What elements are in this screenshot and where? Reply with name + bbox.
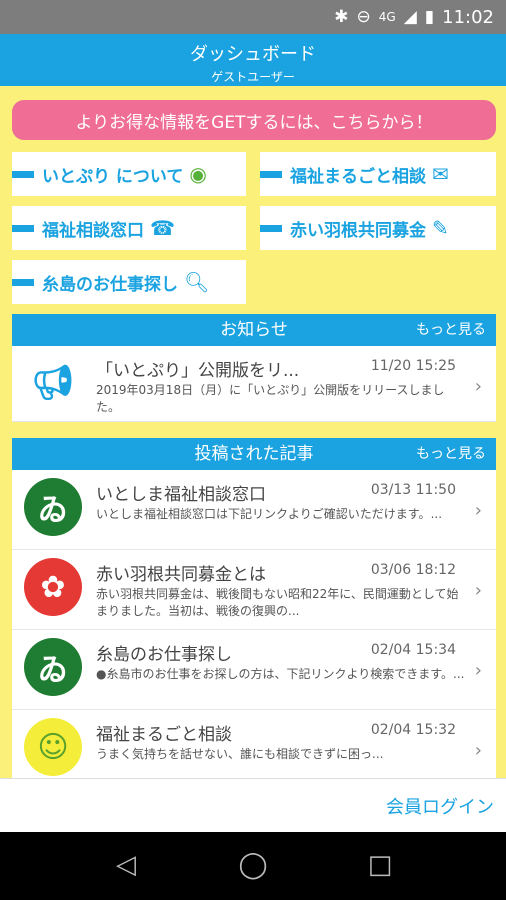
notice-time: 11/20 15:25 [370,358,456,374]
notices-header: お知らせ もっと見る [12,314,496,346]
article-item[interactable]: ゐ いとしま福祉相談窓口 03/13 11:50 いとしま福祉相談窓口は下記リン… [12,470,496,550]
tile-welfare-consult[interactable]: 福祉まるごと相談 ✉ [260,152,496,196]
megaphone-icon: 📢︎ [31,363,75,403]
chevron-right-icon: › [474,660,482,681]
article-title: 糸島のお仕事探し [96,645,232,665]
do-not-disturb-icon: ⊖ [356,7,371,27]
tile-bar [12,170,34,178]
search-icon: 🔍︎ [184,270,210,294]
tile-label: 福祉相談窓口 [42,220,144,241]
signal-icon: ◢ [403,7,417,27]
article-item[interactable]: ✿ 赤い羽根共同募金とは 03/06 18:12 赤い羽根共同募金は、戦後間もな… [12,550,496,630]
welfare-logo-icon: ゐ [24,638,82,696]
welfare-logo-icon: ゐ [24,478,82,536]
article-time: 02/04 15:32 [370,722,456,738]
tile-red-feather[interactable]: 赤い羽根共同募金 ✎ [260,206,496,250]
mail-icon: ✉ [432,162,449,186]
article-title: 赤い羽根共同募金とは [96,565,266,585]
tile-welfare-window[interactable]: 福祉相談窓口 ☎ [12,206,246,250]
mascot-icon: ☺ [24,718,82,776]
article-item[interactable]: ☺ 福祉まるごと相談 02/04 15:32 うまく気持ちを話せない、誰にも相談… [12,710,496,778]
article-body: うまく気持ちを話せない、誰にも相談できずに困っ... [96,747,384,761]
notice-title: 「いとぷり」公開版をリ... [96,361,300,381]
red-feather-logo-icon: ✿ [24,558,82,616]
status-time: 11:02 [442,6,494,28]
home-icon[interactable]: ◯ [233,850,273,880]
article-time: 03/13 11:50 [370,482,456,498]
page-title: ダッシュボード [190,44,316,65]
phone-icon: ☎ [150,216,175,240]
battery-icon: ▮ [424,7,435,27]
app-header: ダッシュボード ゲストユーザー [0,34,506,86]
status-icons: ✱ ⊖ 4G ◢ ▮ 11:02 [334,0,494,34]
tile-label: 糸島のお仕事探し [42,274,178,295]
tile-bar [12,224,34,232]
tile-job-search[interactable]: 糸島のお仕事探し 🔍︎ [12,260,246,304]
dashboard-content: よりお得な情報をGETするには、こちらから！ いとぷり について ◉ 福祉まるご… [0,86,506,778]
system-nav-bar: ◁ ◯ □ [0,832,506,900]
tile-bar [260,224,282,232]
article-time: 03/06 18:12 [370,562,456,578]
chevron-right-icon: › [474,740,482,761]
member-login-button[interactable]: 会員ログイン [386,793,494,819]
network-type: 4G [378,10,396,24]
tile-bar [260,170,282,178]
article-title: いとしま福祉相談窓口 [96,485,266,505]
tile-label: 赤い羽根共同募金 [290,220,426,241]
back-icon[interactable]: ◁ [106,850,146,880]
chevron-right-icon: › [474,500,482,521]
tile-label: 福祉まるごと相談 [290,166,426,187]
tile-about-itopuri[interactable]: いとぷり について ◉ [12,152,246,196]
article-time: 02/04 15:34 [370,642,456,658]
notice-item[interactable]: 📢︎ 「いとぷり」公開版をリ... 11/20 15:25 2019年03月18… [12,346,496,422]
promo-banner-button[interactable]: よりお得な情報をGETするには、こちらから！ [12,100,496,140]
article-body: 赤い羽根共同募金は、戦後間もない昭和22年に、民間運動として始まりました。当初は… [96,587,459,618]
chevron-right-icon: › [474,376,482,397]
bluetooth-icon: ✱ [334,7,349,27]
bottom-bar: 会員ログイン [0,778,506,832]
recents-icon[interactable]: □ [360,850,400,880]
user-subtitle: ゲストユーザー [211,70,295,84]
feather-icon: ✎ [432,216,449,240]
article-item[interactable]: ゐ 糸島のお仕事探し 02/04 15:34 ●糸島市のお仕事をお探しの方は、下… [12,630,496,710]
promo-label: よりお得な情報をGETするには、こちらから！ [75,112,433,133]
articles-more-link[interactable]: もっと見る [416,438,486,470]
notice-body: 2019年03月18日（月）に「いとぷり」公開版をリリースしました。 [96,383,445,414]
tile-bar [12,278,34,286]
globe-icon: ◉ [189,162,207,186]
articles-header: 投稿された記事 もっと見る [12,438,496,470]
article-title: 福祉まるごと相談 [96,725,232,745]
notices-more-link[interactable]: もっと見る [416,314,486,346]
article-body: いとしま福祉相談窓口は下記リンクよりご確認いただけます。... [96,507,443,521]
article-body: ●糸島市のお仕事をお探しの方は、下記リンクより検索できます。... [96,667,465,681]
tile-label: いとぷり について [42,166,184,187]
status-bar: ✱ ⊖ 4G ◢ ▮ 11:02 [0,0,506,34]
chevron-right-icon: › [474,580,482,601]
